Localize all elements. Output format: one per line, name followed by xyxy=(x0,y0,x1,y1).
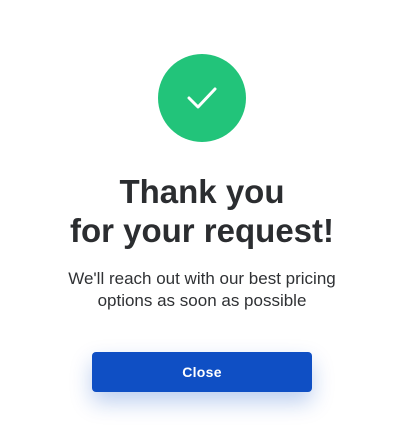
close-button[interactable]: Close xyxy=(92,352,312,392)
title-line-1: Thank you xyxy=(119,173,285,210)
page-title: Thank you for your request! xyxy=(0,172,404,250)
message-line-2: options as soon as possible xyxy=(97,291,307,310)
confirmation-message: We'll reach out with our best pricing op… xyxy=(0,268,404,312)
title-line-2: for your request! xyxy=(69,212,335,249)
confirmation-dialog: Thank you for your request! We'll reach … xyxy=(0,0,420,433)
message-line-1: We'll reach out with our best pricing xyxy=(68,269,336,288)
checkmark-icon xyxy=(187,87,217,109)
success-badge xyxy=(158,54,246,142)
